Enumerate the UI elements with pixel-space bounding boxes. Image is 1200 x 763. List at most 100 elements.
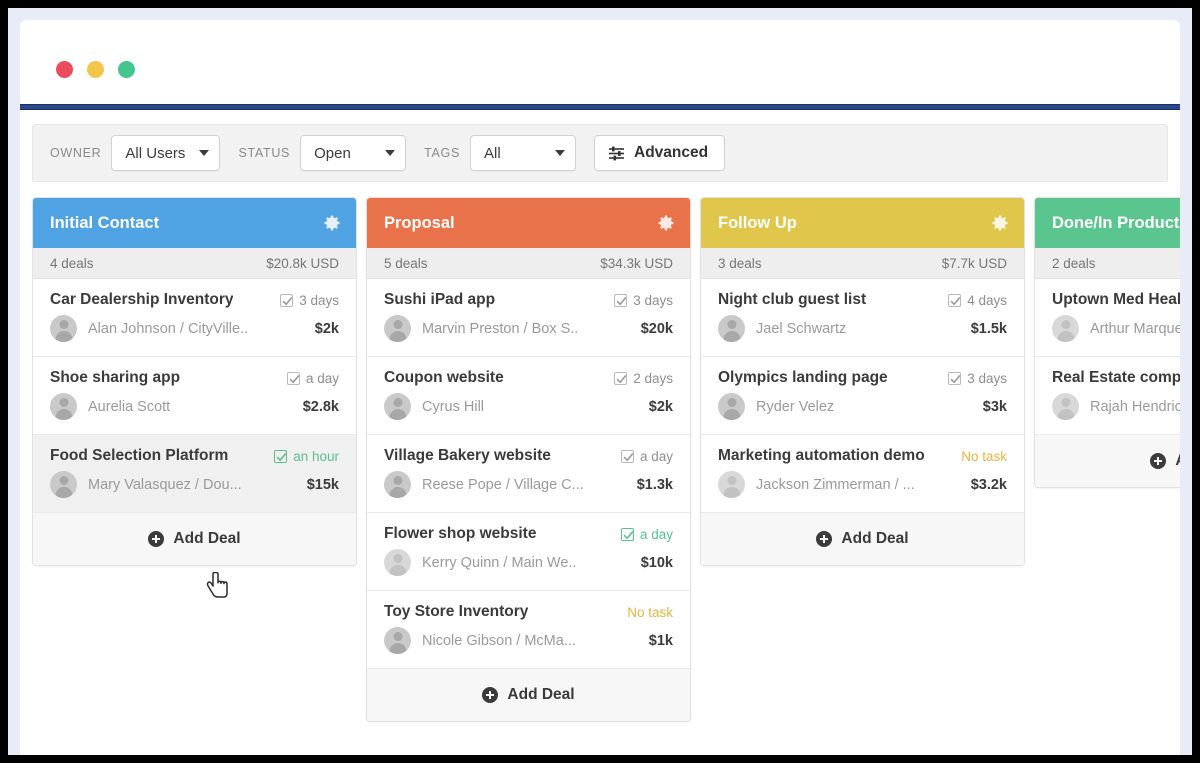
deal-card[interactable]: Village Bakery website a day Reese Pope / … — [367, 435, 690, 513]
deal-card[interactable]: Food Selection Platform an hour Mary Valas… — [33, 435, 356, 513]
column-total-value: $20.8k USD — [266, 255, 339, 271]
column-header: Initial Contact — [33, 198, 356, 248]
add-deal-button[interactable]: Add Deal — [367, 669, 690, 721]
deal-card-bottom: Aurelia Scott $2.8k — [50, 393, 339, 420]
deal-card[interactable]: Car Dealership Inventory 3 days Alan Johns… — [33, 279, 356, 357]
deal-card-top: Night club guest list 4 days — [718, 291, 1007, 309]
avatar-head — [1061, 398, 1070, 407]
deal-card[interactable]: Sushi iPad app 3 days Marvin Preston / Box… — [367, 279, 690, 357]
owner-select[interactable]: All Users — [111, 135, 221, 171]
deal-person: Alan Johnson / CityVille.. — [50, 315, 248, 342]
add-deal-label: Add Deal — [1175, 452, 1180, 470]
avatar — [384, 471, 411, 498]
deal-card[interactable]: Coupon website 2 days Cyrus Hill $2k — [367, 357, 690, 435]
avatar — [50, 393, 77, 420]
plus-icon — [148, 531, 165, 547]
deal-due: 3 days — [614, 293, 673, 308]
avatar — [718, 471, 745, 498]
deal-person: Marvin Preston / Box S.. — [384, 315, 578, 342]
avatar — [1052, 315, 1079, 342]
card-due-text: No task — [961, 448, 1007, 464]
deal-card[interactable]: Toy Store Inventory No task Nicole Gibson … — [367, 591, 690, 669]
add-deal-button[interactable]: Add Deal — [33, 513, 356, 565]
avatar — [384, 393, 411, 420]
deal-card[interactable]: Real Estate company Rajah Hendricks — [1035, 357, 1180, 435]
add-deal-button[interactable]: Add Deal — [1035, 435, 1180, 487]
minimize-button[interactable] — [87, 61, 104, 78]
avatar-head — [393, 398, 402, 407]
deal-card-top: Car Dealership Inventory 3 days — [50, 291, 339, 309]
deal-card-top: Sushi iPad app 3 days — [384, 291, 673, 309]
add-deal-button[interactable]: Add Deal — [701, 513, 1024, 565]
deal-card[interactable]: Olympics landing page 3 days Ryder Velez $3… — [701, 357, 1024, 435]
deal-card-bottom: Nicole Gibson / McMa... $1k — [384, 627, 673, 654]
avatar-head — [1061, 320, 1070, 329]
deal-amount: $2k — [314, 320, 339, 337]
avatar — [50, 315, 77, 342]
column-settings-button[interactable] — [990, 213, 1010, 233]
close-button[interactable] — [56, 61, 73, 78]
avatar-body — [55, 409, 72, 420]
task-checkbox-icon — [286, 371, 300, 385]
column-header: Follow Up — [701, 198, 1024, 248]
avatar-head — [727, 398, 736, 407]
deal-person-name: Reese Pope / Village C... — [422, 476, 584, 493]
deal-card[interactable]: Shoe sharing app a day Aurelia Scott $2.8k — [33, 357, 356, 435]
avatar-body — [389, 643, 406, 654]
kanban-board: Initial Contact 4 deals $20.8k USD Car Deal… — [32, 197, 1180, 722]
deal-title: Marketing automation demo — [718, 447, 925, 464]
deal-person: Ryder Velez — [718, 393, 834, 420]
task-checkbox-icon — [948, 371, 962, 385]
deal-due: a day — [620, 449, 673, 464]
maximize-button[interactable] — [118, 61, 135, 78]
deal-person: Rajah Hendricks — [1052, 393, 1180, 420]
avatar-head — [727, 320, 736, 329]
filter-toolbar: OWNER All Users STATUS Open TAGS All Adv… — [32, 124, 1168, 182]
add-deal-label: Add Deal — [841, 530, 909, 547]
deal-card[interactable]: Marketing automation demo No task Jackson … — [701, 435, 1024, 513]
advanced-filter-button[interactable]: Advanced — [594, 135, 726, 171]
deal-card[interactable]: Night club guest list 4 days Jael Schwartz… — [701, 279, 1024, 357]
deal-card-top: Uptown Med Health — [1052, 291, 1180, 309]
deal-card-bottom: Ryder Velez $3k — [718, 393, 1007, 420]
tags-select[interactable]: All — [470, 135, 576, 171]
deal-person-name: Arthur Marquez — [1090, 320, 1180, 337]
plus-icon — [482, 687, 499, 703]
status-select-value: Open — [314, 144, 351, 162]
page-content: OWNER All Users STATUS Open TAGS All Adv… — [20, 110, 1180, 755]
column-settings-button[interactable] — [322, 213, 342, 233]
deal-title: Car Dealership Inventory — [50, 291, 234, 308]
deal-person: Reese Pope / Village C... — [384, 471, 584, 498]
column-total-value: $34.3k USD — [600, 255, 673, 271]
deal-card-bottom: Arthur Marquez — [1052, 315, 1180, 342]
plus-icon — [1150, 453, 1167, 469]
status-select[interactable]: Open — [300, 135, 407, 171]
task-checkbox-icon — [948, 293, 962, 307]
deal-title: Flower shop website — [384, 525, 537, 542]
task-checkbox-icon — [620, 449, 634, 463]
deal-due: No task — [627, 605, 673, 620]
deal-person: Arthur Marquez — [1052, 315, 1180, 342]
owner-select-value: All Users — [125, 144, 186, 162]
deal-card[interactable]: Flower shop website a day Kerry Quinn / Ma… — [367, 513, 690, 591]
deal-amount: $2.8k — [302, 398, 339, 415]
avatar-body — [389, 409, 406, 420]
avatar-body — [55, 487, 72, 498]
deal-person: Mary Valasquez / Dou... — [50, 471, 242, 498]
deal-card-bottom: Rajah Hendricks — [1052, 393, 1180, 420]
column-deal-count: 2 deals — [1052, 255, 1096, 271]
deal-amount: $10k — [640, 554, 673, 571]
deal-amount: $1.3k — [636, 476, 673, 493]
deal-card[interactable]: Uptown Med Health Arthur Marquez — [1035, 279, 1180, 357]
deal-card-top: Toy Store Inventory No task — [384, 603, 673, 621]
deal-person: Aurelia Scott — [50, 393, 170, 420]
deal-title: Night club guest list — [718, 291, 867, 308]
deal-title: Shoe sharing app — [50, 369, 181, 386]
deal-amount: $1k — [648, 632, 673, 649]
avatar-head — [393, 320, 402, 329]
deal-due: a day — [286, 371, 339, 386]
avatar-head — [59, 320, 68, 329]
add-deal-label: Add Deal — [173, 530, 241, 547]
column-settings-button[interactable] — [656, 213, 676, 233]
deal-amount: $15k — [306, 476, 339, 493]
